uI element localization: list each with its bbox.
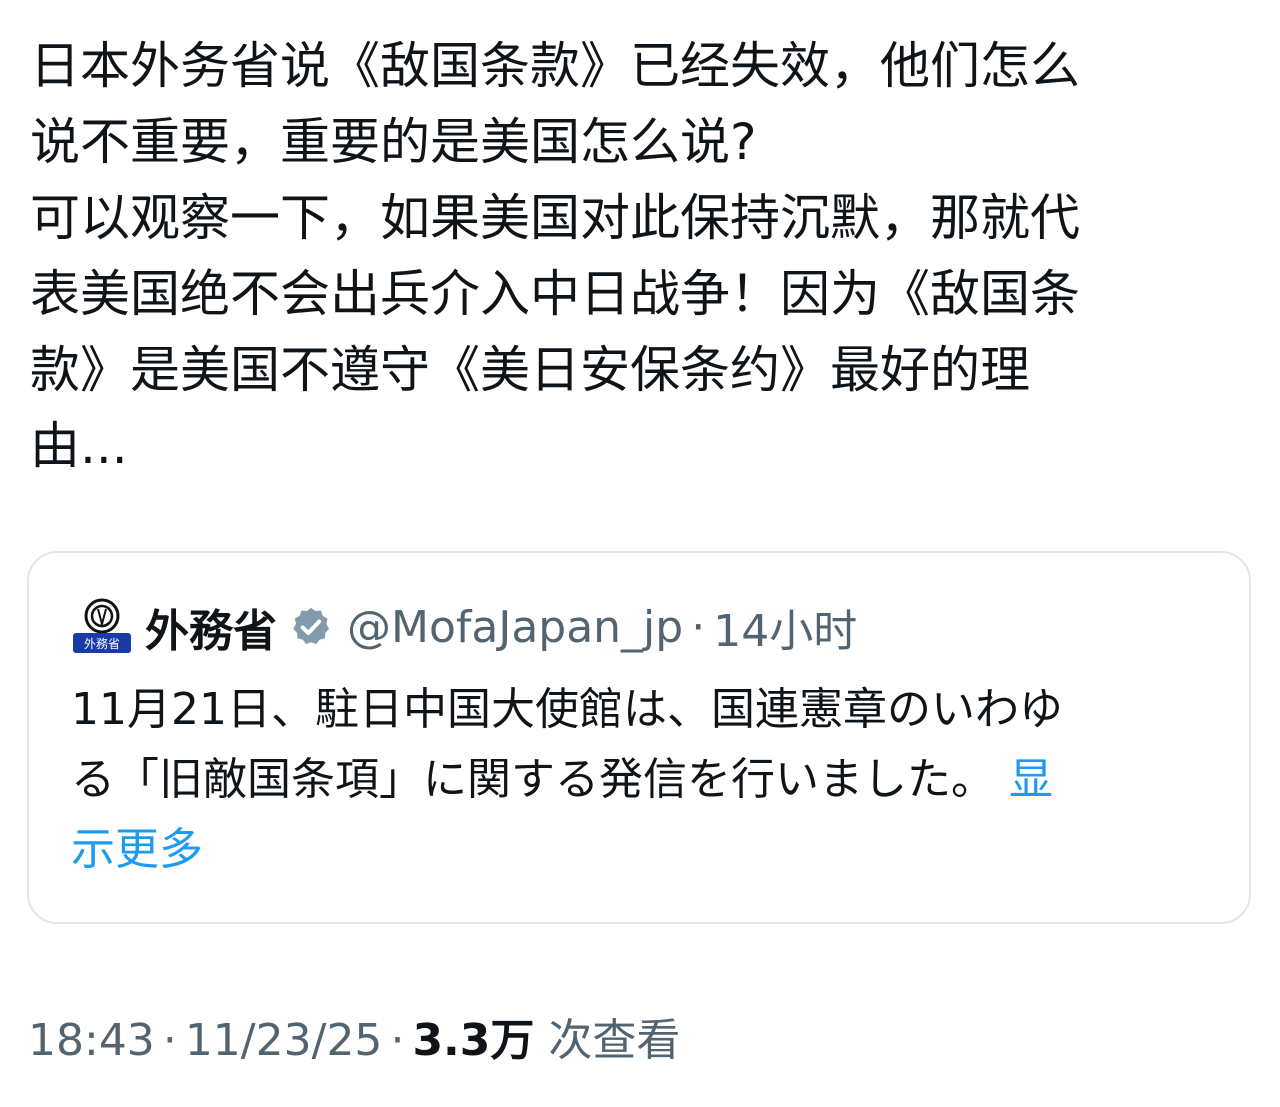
quoted-post-card[interactable]: 外務省 外務省 @MofaJapan_jp · 14小时 11月21日、駐日中国…	[27, 551, 1251, 924]
mofa-logo-icon: 外務省	[73, 598, 131, 653]
show-more-link[interactable]: 示更多	[71, 815, 1211, 885]
quoted-line: る「旧敵国条項」に関する発信を行いました。 显	[71, 745, 1211, 815]
avatar[interactable]: 外務省	[71, 596, 133, 658]
post-metadata: 18:43 · 11/23/25 · 3.3万 次查看	[28, 1004, 680, 1068]
views-label: 次查看	[548, 1015, 681, 1066]
views-count: 3.3万	[412, 1015, 535, 1066]
post-date[interactable]: 11/23/25	[185, 1015, 383, 1066]
separator-dot: ·	[390, 1015, 405, 1066]
post-line: 日本外务省说《敌国条款》已经失效，他们怎么	[30, 37, 1080, 95]
post-text: 日本外务省说《敌国条款》已经失效，他们怎么 说不重要，重要的是美国怎么说? 可以…	[30, 28, 1230, 484]
post-line: 由...	[30, 417, 128, 475]
separator-dot: ·	[691, 601, 706, 653]
post-timestamp[interactable]: 18:43	[28, 1015, 155, 1066]
quoted-line-text: る「旧敵国条項」に関する発信を行いました。	[71, 754, 995, 805]
verified-badge-icon[interactable]	[289, 605, 333, 649]
display-name[interactable]: 外務省	[145, 595, 277, 659]
avatar-label: 外務省	[84, 637, 120, 651]
separator-dot: ·	[162, 1015, 177, 1066]
post-line: 表美国绝不会出兵介入中日战争！因为《敌国条	[30, 265, 1080, 323]
post-line: 可以观察一下，如果美国对此保持沉默，那就代	[30, 189, 1080, 247]
post-line: 说不重要，重要的是美国怎么说?	[30, 113, 757, 171]
post-line: 款》是美国不遵守《美日安保条约》最好的理	[30, 341, 1030, 399]
show-more-link-start[interactable]: 显	[1009, 754, 1053, 805]
handle[interactable]: @MofaJapan_jp	[347, 602, 683, 653]
quoted-post-body: 11月21日、駐日中国大使館は、国連憲章のいわゆ る「旧敵国条項」に関する発信を…	[71, 675, 1211, 885]
quoted-line: 11月21日、駐日中国大使館は、国連憲章のいわゆ	[71, 684, 1063, 735]
quoted-post-header: 外務省 外務省 @MofaJapan_jp · 14小时	[71, 597, 857, 657]
post-time[interactable]: 14小时	[713, 595, 857, 659]
